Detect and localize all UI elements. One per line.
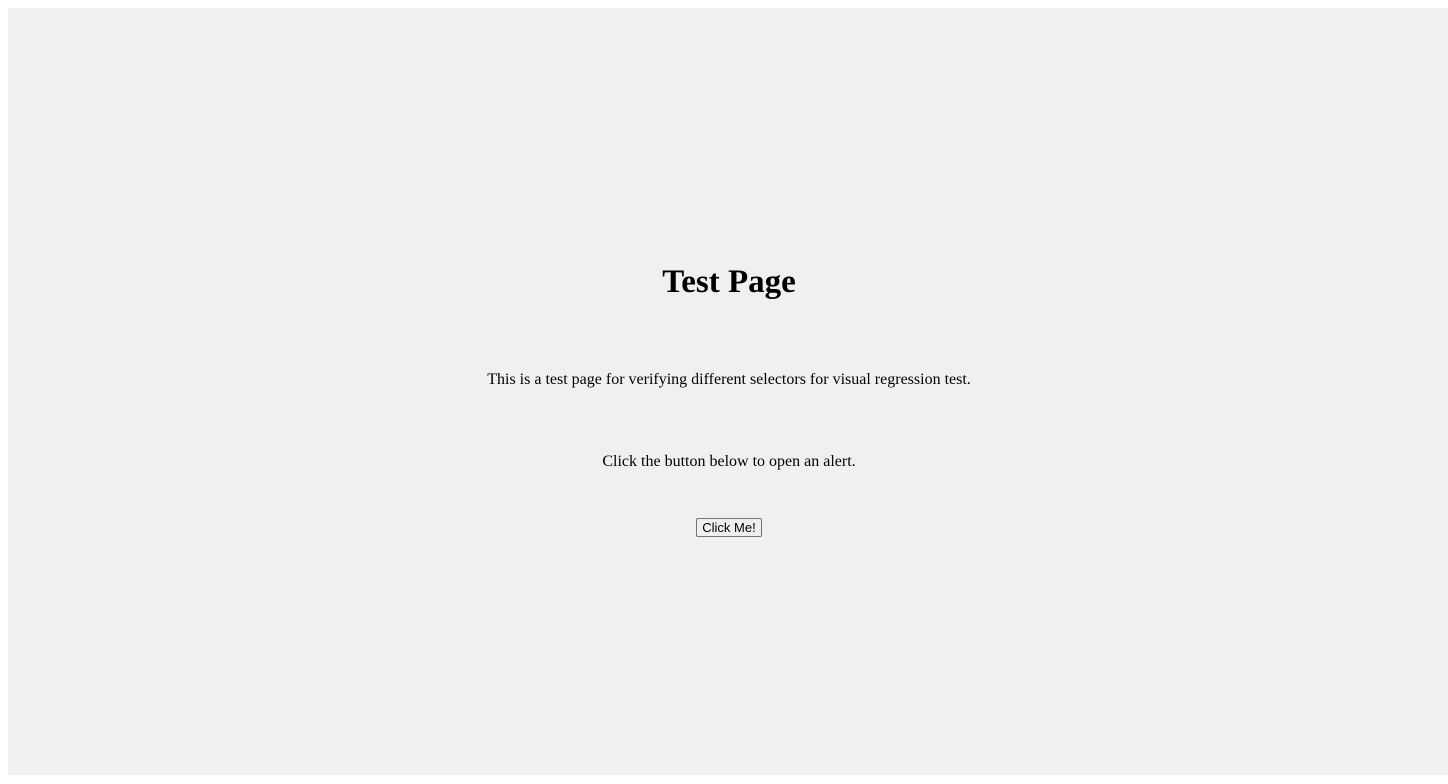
page-viewport: Test Page This is a test page for verify… [8, 8, 1448, 775]
page-title: Test Page [662, 264, 796, 300]
instruction-text: Click the button below to open an alert. [602, 453, 856, 470]
click-me-button[interactable]: Click Me! [696, 518, 762, 537]
description-text: This is a test page for verifying differ… [487, 371, 971, 388]
button-container: Click Me! [8, 518, 1448, 537]
